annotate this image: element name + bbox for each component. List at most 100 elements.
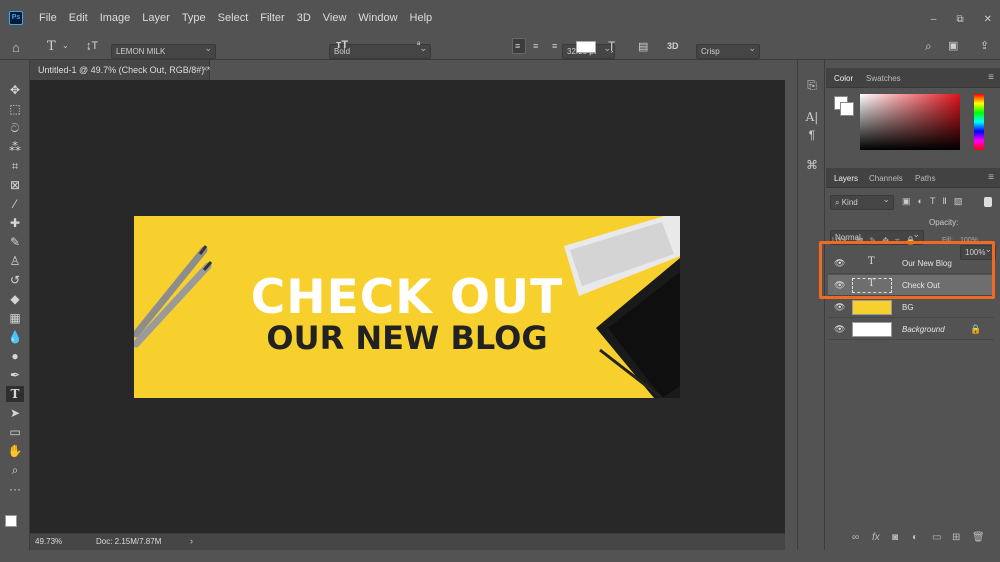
menu-window[interactable]: Window [352,12,403,24]
menu-3d[interactable]: 3D [291,12,317,24]
layers-panel: Layers Channels Paths ≡ ⌕ Kind ▣◐TⅡ▧ Nor… [826,168,1000,550]
tab-channels[interactable]: Channels [869,174,903,183]
layer-thumbnail [852,322,892,337]
layer-name: BG [902,303,914,312]
layers-panel-header: Layers Channels Paths ≡ [826,168,1000,188]
libraries-icon[interactable]: ⌘ [805,158,819,172]
share-icon[interactable]: ⇪ [980,39,989,52]
layer-filter-select[interactable]: ⌕ Kind [830,193,894,210]
menu-edit[interactable]: Edit [63,12,94,24]
gradient-tool-icon[interactable]: ▦ [6,310,24,326]
filter-kind-label: Kind [841,198,858,207]
rectangle-tool-icon[interactable]: ▭ [6,424,24,440]
fx-icon[interactable]: fx [872,532,880,543]
search-icon[interactable]: ⌕ [925,39,932,54]
more-tools-icon[interactable]: ··· [6,481,24,497]
panel-menu-icon[interactable]: ≡ [988,72,994,83]
frame-tool-icon[interactable]: ⊠ [6,177,24,193]
visibility-eye-icon[interactable]: 👁 [834,325,846,334]
path-selection-icon[interactable]: ➤ [6,405,24,421]
marquee-tool-icon[interactable]: ⬚ [6,101,24,117]
history-brush-icon[interactable]: ↺ [6,272,24,288]
status-arrow-icon[interactable]: › [190,536,193,546]
text-orientation-icon[interactable]: ↨T [86,40,98,52]
document-canvas[interactable]: CHECK OUT OUR NEW BLOG [134,216,680,398]
menu-filter[interactable]: Filter [254,12,290,24]
menu-layer[interactable]: Layer [136,12,176,24]
link-layers-icon[interactable]: ∞ [852,532,859,543]
color-panel-header: Color Swatches ≡ [826,68,1000,88]
group-folder-icon[interactable]: ▭ [932,532,941,543]
brush-tool-icon[interactable]: ✎ [6,234,24,250]
3d-button[interactable]: 3D [667,41,679,51]
workspace-icon[interactable]: ▣ [948,39,958,52]
filter-search-icon: ⌕ [835,198,842,207]
photoshop-logo-icon: Ps [9,11,23,25]
new-layer-icon[interactable]: ⊞ [952,532,960,543]
paragraph-icon[interactable]: ¶ [805,128,819,142]
menu-file[interactable]: File [33,12,63,24]
eyedropper-icon[interactable]: ⁄ [6,196,24,212]
move-tool-icon[interactable]: ✥ [6,82,24,98]
layer-row-background[interactable]: 👁 Background 🔒 [828,319,994,340]
zoom-tool-icon[interactable]: ⌕ [6,462,24,478]
zoom-level[interactable]: 49.73% [35,537,62,546]
delete-layer-icon[interactable]: 🗑 [972,532,985,543]
character-panel-icon[interactable]: ▤ [638,40,648,53]
menu-image[interactable]: Image [94,12,137,24]
warp-text-icon[interactable]: Ţ [608,39,615,53]
text-color-swatch[interactable] [576,41,596,53]
tools-panel: ✥ ⬚ ට ⁂ ⌗ ⊠ ⁄ ✚ ✎ ♙ ↺ ◆ ▦ 💧 ● ✒ T ➤ ▭ ✋ … [0,60,30,550]
layer-row-bg[interactable]: 👁 BG [828,297,994,318]
menu-bar: Ps File Edit Image Layer Type Select Fil… [0,0,1000,36]
tab-swatches[interactable]: Swatches [866,74,901,83]
menu-type[interactable]: Type [176,12,212,24]
tab-paths[interactable]: Paths [915,174,935,183]
background-swatch[interactable] [840,102,854,116]
layer-thumbnail [852,300,892,315]
menu-select[interactable]: Select [212,12,255,24]
clone-stamp-icon[interactable]: ♙ [6,253,24,269]
close-button[interactable]: ✕ [984,14,992,25]
visibility-eye-icon[interactable]: 👁 [834,303,846,312]
add-mask-icon[interactable]: ◙ [892,532,898,543]
healing-brush-icon[interactable]: ✚ [6,215,24,231]
align-right-icon[interactable]: ≡ [552,41,557,51]
eraser-icon[interactable]: ◆ [6,291,24,307]
color-field[interactable] [860,94,960,150]
dodge-tool-icon[interactable]: ● [6,348,24,364]
adjustment-layer-icon[interactable]: ◐ [912,532,918,543]
filter-toggle[interactable] [984,197,992,207]
text-tool-preset-icon[interactable]: T [47,39,56,54]
font-family-select[interactable]: LEMON MILK [111,42,216,59]
crop-tool-icon[interactable]: ⌗ [6,158,24,174]
lasso-tool-icon[interactable]: ට [6,120,24,136]
tab-close-icon[interactable]: × [202,64,208,75]
blur-tool-icon[interactable]: 💧 [6,329,24,345]
tab-strip [210,60,785,80]
layer-name: Background [902,325,945,334]
filter-type-icons[interactable]: ▣◐TⅡ▧ [902,196,969,207]
foreground-color-swatch[interactable] [5,515,17,527]
menu-help[interactable]: Help [404,12,439,24]
layers-menu-icon[interactable]: ≡ [988,172,994,183]
window-controls: – ⧉ ✕ [931,14,992,25]
minimize-button[interactable]: – [931,14,937,25]
headline-check-out: CHECK OUT [250,270,564,325]
hue-slider[interactable] [974,94,984,150]
restore-button[interactable]: ⧉ [956,14,963,25]
align-center-icon[interactable]: ≡ [533,41,538,51]
magic-wand-icon[interactable]: ⁂ [6,139,24,155]
pen-tool-icon[interactable]: ✒ [6,367,24,383]
antialias-select[interactable]: Crisp [696,42,760,59]
menu-view[interactable]: View [317,12,353,24]
document-tab[interactable]: Untitled-1 @ 49.7% (Check Out, RGB/8#) *… [30,60,210,80]
character-icon[interactable]: A| [805,110,819,124]
chevron-down-icon[interactable]: ⌄ [62,41,69,50]
type-tool-icon[interactable]: T [6,386,24,402]
tab-layers[interactable]: Layers [834,174,858,183]
hand-tool-icon[interactable]: ✋ [6,443,24,459]
history-icon[interactable]: ⎘ [805,78,819,92]
tab-color[interactable]: Color [834,74,853,83]
home-icon[interactable]: ⌂ [12,40,20,55]
